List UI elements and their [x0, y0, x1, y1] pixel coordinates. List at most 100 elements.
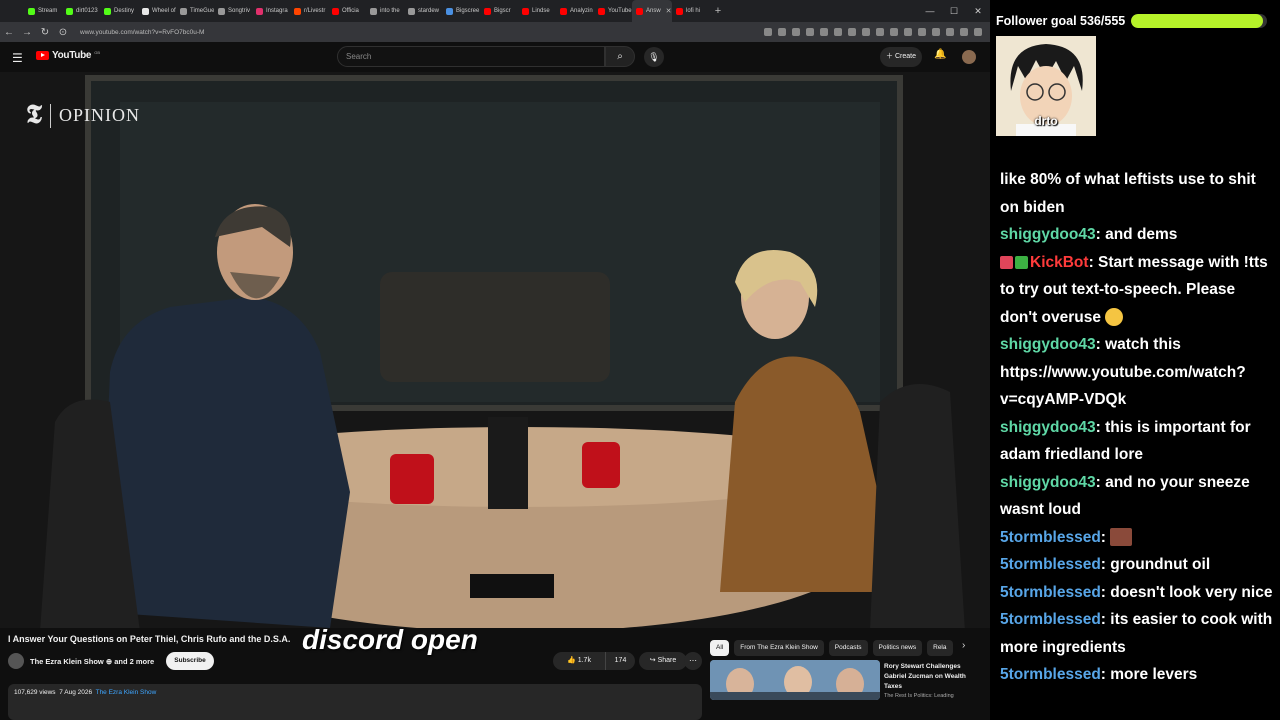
chat-username[interactable]: shiggydoo43 — [1000, 226, 1096, 243]
subscribe-button[interactable]: Subscribe — [166, 652, 214, 670]
tab-favicon-icon — [180, 7, 187, 15]
chat-username[interactable]: 5tormblessed — [1000, 666, 1101, 683]
menu-icon[interactable]: ☰ — [12, 51, 23, 65]
filter-chip[interactable]: From The Ezra Klein Show — [734, 640, 824, 656]
filter-chip[interactable]: All — [710, 640, 730, 656]
chat-username[interactable]: shiggydoo43 — [1000, 474, 1096, 491]
filter-chip[interactable]: Podcasts — [828, 640, 868, 656]
chat-username[interactable]: 5tormblessed — [1000, 611, 1101, 628]
chat-username[interactable]: shiggydoo43 — [1000, 419, 1096, 436]
filter-chip[interactable]: Rela — [927, 640, 953, 656]
forward-icon[interactable]: → — [18, 27, 36, 38]
browser-tab[interactable]: Analyzin — [556, 0, 594, 22]
browser-tab[interactable]: dirt0123 — [62, 0, 100, 22]
account-avatar[interactable] — [962, 50, 976, 64]
filter-chip[interactable]: Politics news — [872, 640, 923, 656]
like-count: 1.7k — [577, 657, 591, 664]
browser-tab[interactable]: TimeGue — [176, 0, 214, 22]
extension-icon[interactable] — [778, 28, 786, 36]
description-box[interactable]: 107,629 views 7 Aug 2026 The Ezra Klein … — [8, 684, 702, 720]
chat-username[interactable]: 5tormblessed — [1000, 529, 1101, 546]
extension-icon[interactable] — [904, 28, 912, 36]
extension-icon[interactable] — [974, 28, 982, 36]
chat-message: 5tormblessed: — [1000, 524, 1276, 552]
extension-icon[interactable] — [848, 28, 856, 36]
voice-search-button[interactable]: 🎙 — [644, 47, 664, 67]
description-channel-link[interactable]: The Ezra Klein Show — [96, 689, 157, 696]
chat-username[interactable]: 5tormblessed — [1000, 556, 1101, 573]
chat-username[interactable]: shiggydoo43 — [1000, 336, 1096, 353]
browser-tab[interactable]: Bigscree — [442, 0, 480, 22]
nyt-opinion-watermark: 𝕿 OPINION — [26, 100, 140, 131]
url-field[interactable]: www.youtube.com/watch?v=RvFO7bc0u-M — [80, 29, 764, 36]
channel-avatar[interactable] — [8, 653, 24, 669]
tab-label: Songtriv — [228, 8, 251, 14]
extension-icon[interactable] — [932, 28, 940, 36]
browser-tab[interactable]: YouTube — [594, 0, 632, 22]
minimize-icon[interactable]: — — [918, 0, 942, 22]
browser-tab[interactable]: Destiny — [100, 0, 138, 22]
youtube-logo[interactable]: YouTube GB — [36, 50, 100, 61]
browser-tab[interactable]: stardew — [404, 0, 442, 22]
browser-tab[interactable]: lofi hi — [672, 0, 710, 22]
browser-tab[interactable]: Songtriv — [214, 0, 252, 22]
close-window-icon[interactable]: ✕ — [966, 0, 990, 22]
extension-icon[interactable] — [806, 28, 814, 36]
chat-badge-icon — [1000, 255, 1013, 269]
like-button[interactable]: 👍 1.7k — [553, 652, 605, 670]
share-icon: ↪ — [649, 657, 656, 664]
browser-tab[interactable]: Wheel of — [138, 0, 176, 22]
maximize-icon[interactable]: ☐ — [942, 0, 966, 22]
back-icon[interactable]: ← — [0, 27, 18, 38]
extension-icon[interactable] — [834, 28, 842, 36]
chat-username[interactable]: KickBot — [1030, 254, 1089, 271]
chevron-right-icon[interactable]: › — [962, 640, 965, 651]
create-button[interactable]: ＋ Create — [880, 47, 922, 67]
browser-tab[interactable]: into the — [366, 0, 404, 22]
tab-favicon-icon — [598, 7, 605, 15]
extension-icon[interactable] — [946, 28, 954, 36]
reload-icon[interactable]: ↻ — [36, 27, 54, 38]
browser-tab[interactable]: Officia — [328, 0, 366, 22]
stream-overlay-text: discord open — [302, 624, 478, 655]
browser-tab[interactable]: Lindse — [518, 0, 556, 22]
notifications-bell-icon[interactable]: 🔔 — [934, 49, 946, 60]
channel-name[interactable]: The Ezra Klein Show ⊕ and 2 more — [30, 657, 154, 666]
chat-username[interactable]: 5tormblessed — [1000, 584, 1101, 601]
search-button[interactable]: ⌕ — [605, 46, 635, 67]
share-button[interactable]: ↪ Share — [639, 652, 687, 670]
view-count: 107,629 views — [14, 689, 56, 696]
tab-favicon-icon — [522, 7, 529, 15]
extension-icon[interactable] — [960, 28, 968, 36]
extension-icon[interactable] — [918, 28, 926, 36]
tab-label: lofi hi — [686, 8, 701, 14]
follower-goal-label: Follower goal 536/555 — [996, 14, 1126, 28]
extension-icon[interactable] — [862, 28, 870, 36]
extension-icon[interactable] — [890, 28, 898, 36]
browser-tab[interactable]: Stream — [24, 0, 62, 22]
browser-tab[interactable]: Instagra — [252, 0, 290, 22]
dislike-button[interactable]: 174 — [605, 652, 635, 670]
chat-message: shiggydoo43: this is important for adam … — [1000, 418, 1251, 464]
recommendation-chips: All From The Ezra Klein Show Podcasts Polit… — [710, 640, 953, 656]
browser-tab[interactable]: r/Livestr — [290, 0, 328, 22]
extension-icon[interactable] — [820, 28, 828, 36]
chat-badge-icon — [1015, 255, 1028, 269]
follower-goal: Follower goal 536/555 — [996, 10, 1268, 32]
tab-favicon-icon — [142, 7, 149, 15]
site-info-icon[interactable]: ⊙ — [54, 27, 72, 38]
new-tab-button[interactable]: + — [710, 5, 726, 17]
browser-tab[interactable]: Bigscr — [480, 0, 518, 22]
search-input[interactable]: Search — [337, 46, 605, 67]
browser-tab[interactable]: Answ ✕ — [632, 0, 672, 22]
more-actions-icon[interactable]: ⋯ — [684, 652, 702, 670]
chat-log: like 80% of what leftists use to shit on… — [1000, 166, 1276, 689]
video-player[interactable]: 𝕿 OPINION — [0, 72, 990, 628]
close-tab-icon[interactable]: ✕ — [666, 7, 672, 15]
recommended-thumbnail[interactable] — [710, 660, 880, 700]
extension-icon[interactable] — [876, 28, 884, 36]
extension-icon[interactable] — [764, 28, 772, 36]
nyt-logo-icon: 𝕿 — [26, 100, 42, 129]
recommended-video[interactable]: Rory Stewart Challenges Gabriel Zucman o… — [710, 660, 990, 700]
extension-icon[interactable] — [792, 28, 800, 36]
